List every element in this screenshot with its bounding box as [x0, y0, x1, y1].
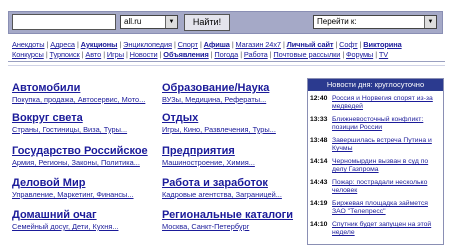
category-auto: Автомобили Покупка, продажа, Автосервис,…: [12, 82, 162, 104]
nav-link-games[interactable]: Игры: [107, 50, 124, 59]
category-subs[interactable]: Армия, Регионы, Законы, Политика...: [12, 158, 162, 167]
news-time: 12:40: [310, 95, 328, 102]
category-leisure: Отдых Игры, Кино, Развлечения, Туры...: [162, 112, 312, 134]
nav-link-afisha[interactable]: Афиша: [204, 40, 230, 49]
goto-select-value: Перейти к:: [317, 17, 357, 26]
nav-links-row-1: Анекдоты | Адреса | Аукционы | Энциклопе…: [12, 40, 402, 49]
category-subs[interactable]: Машиностроение, Химия...: [162, 158, 312, 167]
category-jobs: Работа и заработок Кадровые агентства, З…: [162, 177, 312, 199]
category-subs[interactable]: Кадровые агентства, Заграницей...: [162, 190, 312, 199]
category-subs[interactable]: Семейный досуг, Дети, Кухня...: [12, 222, 162, 231]
nav-link-auctions[interactable]: Аукционы: [81, 40, 118, 49]
nav-link-ads[interactable]: Объявления: [163, 50, 208, 59]
search-input[interactable]: [12, 14, 116, 30]
category-title[interactable]: Предприятия: [162, 145, 312, 157]
category-state: Государство Российское Армия, Регионы, З…: [12, 145, 162, 167]
nav-link-jobs[interactable]: Работа: [244, 50, 268, 59]
category-subs[interactable]: ВУЗы, Медицина, Рефераты...: [162, 95, 312, 104]
nav-link-forums[interactable]: Форумы: [346, 50, 373, 59]
nav-link-tv[interactable]: TV: [379, 50, 388, 59]
category-title[interactable]: Работа и заработок: [162, 177, 312, 189]
news-link[interactable]: Пожар: пострадали несколько человек: [332, 179, 442, 195]
news-link[interactable]: Биржевая площадка займется ЗАО "Телепрес…: [332, 200, 442, 216]
chevron-down-icon: ▼: [165, 16, 177, 28]
nav-link-addresses[interactable]: Адреса: [50, 40, 75, 49]
nav-link-quiz[interactable]: Викторина: [363, 40, 401, 49]
category-regional: Региональные каталоги Москва, Санкт-Пете…: [162, 209, 312, 231]
news-time: 13:48: [310, 137, 328, 144]
nav-link-auto[interactable]: Авто: [85, 50, 101, 59]
chevron-down-icon: ▼: [424, 16, 436, 28]
category-title[interactable]: Региональные каталоги: [162, 209, 312, 221]
category-subs[interactable]: Страны, Гостиницы, Виза, Туры...: [12, 125, 162, 134]
category-title[interactable]: Вокруг света: [12, 112, 162, 124]
nav-link-encyclopedia[interactable]: Энциклопедия: [123, 40, 172, 49]
category-title[interactable]: Образование/Наука: [162, 82, 312, 94]
news-time: 14:14: [310, 158, 328, 165]
nav-link-soft[interactable]: Софт: [339, 40, 357, 49]
news-header: Новости дня: круглосуточно: [308, 79, 443, 91]
nav-link-shop[interactable]: Магазин 24x7: [236, 40, 281, 49]
goto-select[interactable]: Перейти к: ▼: [313, 15, 437, 29]
category-business: Деловой Мир Управление, Маркетинг, Финан…: [12, 177, 162, 199]
nav-link-tour-search[interactable]: Турпоиск: [49, 50, 79, 59]
nav-link-personal-site[interactable]: Личный сайт: [287, 40, 334, 49]
nav-link-anecdotes[interactable]: Анекдоты: [12, 40, 45, 49]
category-enterprises: Предприятия Машиностроение, Химия...: [162, 145, 312, 167]
news-link[interactable]: Спутник будет запущен на этой неделе: [332, 221, 442, 237]
category-subs[interactable]: Игры, Кино, Развлечения, Туры...: [162, 125, 312, 134]
nav-link-weather[interactable]: Погода: [214, 50, 238, 59]
nav-links-row-2: Конкурсы | Турпоиск | Авто | Игры | Ново…: [12, 50, 389, 59]
news-link[interactable]: Ближневосточный конфликт: позиции России: [332, 116, 442, 132]
nav-link-news[interactable]: Новости: [130, 50, 158, 59]
news-time: 14:43: [310, 179, 328, 186]
category-title[interactable]: Государство Российское: [12, 145, 162, 157]
news-time: 14:19: [310, 200, 328, 207]
category-title[interactable]: Деловой Мир: [12, 177, 162, 189]
news-link[interactable]: Черномырдин вызван в суд по делу Газпром…: [332, 158, 442, 174]
nav-link-sport[interactable]: Спорт: [178, 40, 198, 49]
news-time: 14:10: [310, 221, 328, 228]
news-time: 13:33: [310, 116, 328, 123]
region-select-value: all.ru: [124, 17, 142, 26]
category-subs[interactable]: Покупка, продажа, Автосервис, Мото...: [12, 95, 162, 104]
divider: [8, 61, 445, 62]
region-select[interactable]: all.ru ▼: [120, 15, 178, 29]
category-subs[interactable]: Москва, Санкт-Петербург: [162, 222, 312, 231]
news-link[interactable]: Завершилась встреча Путина и Кучмы: [332, 137, 442, 153]
category-title[interactable]: Отдых: [162, 112, 312, 124]
news-link[interactable]: Россия и Норвегия спорят из-за медведей: [332, 95, 442, 111]
category-travel: Вокруг света Страны, Гостиницы, Виза, Ту…: [12, 112, 162, 134]
category-education: Образование/Наука ВУЗы, Медицина, Рефера…: [162, 82, 312, 104]
nav-link-contests[interactable]: Конкурсы: [12, 50, 44, 59]
nav-link-mailing-lists[interactable]: Почтовые рассылки: [273, 50, 340, 59]
divider: [8, 65, 445, 66]
find-button[interactable]: Найти!: [184, 14, 230, 31]
category-title[interactable]: Автомобили: [12, 82, 162, 94]
category-home: Домашний очаг Семейный досуг, Дети, Кухн…: [12, 209, 162, 231]
category-title[interactable]: Домашний очаг: [12, 209, 162, 221]
category-subs[interactable]: Управление, Маркетинг, Финансы...: [12, 190, 162, 199]
news-panel: Новости дня: круглосуточно 12:40 Россия …: [307, 78, 444, 245]
